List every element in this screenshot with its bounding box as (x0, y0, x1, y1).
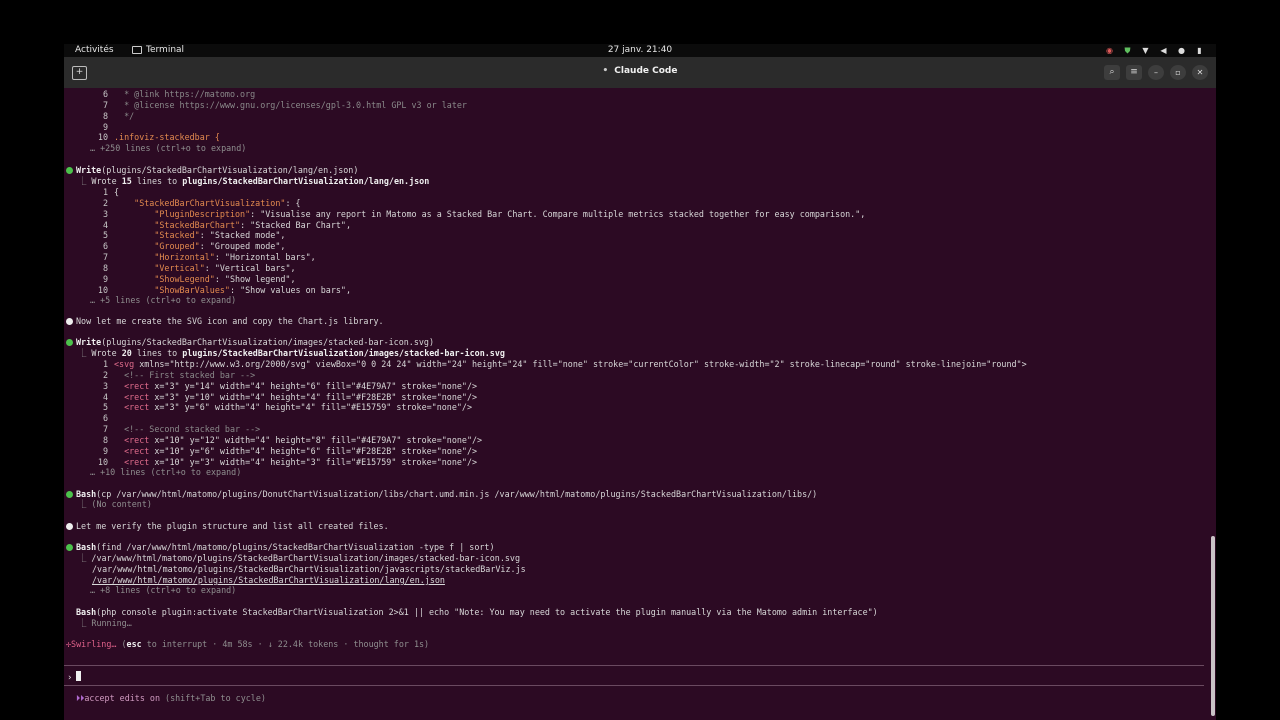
expand-hint[interactable]: … +250 lines (ctrl+o to expand) (90, 143, 246, 154)
code-line: 6 (102, 413, 108, 424)
minimize-icon[interactable]: – (1148, 65, 1164, 80)
code-line: 6 "Grouped": "Grouped mode", (102, 241, 286, 252)
tool-call-bash: Bash(php console plugin:activate Stacked… (76, 607, 878, 617)
tool-call-write: Write(plugins/StackedBarChartVisualizati… (64, 337, 434, 348)
prompt-symbol: › (67, 673, 73, 683)
status-line: ✢Swirling… (esc to interrupt · 4m 58s · … (66, 639, 430, 649)
input-divider-bottom (64, 685, 1204, 686)
tool-call-write: Write(plugins/StackedBarChartVisualizati… (64, 165, 358, 176)
code-line: 3 "PluginDescription": "Visualise any re… (102, 208, 866, 219)
code-line: 1{ (102, 187, 120, 197)
tool-result-line: /var/www/html/matomo/plugins/StackedBarC… (92, 564, 526, 574)
assistant-message: Let me verify the plugin structure and l… (64, 521, 389, 532)
tool-result: ⎿ Wrote 15 lines to plugins/StackedBarCh… (78, 176, 430, 186)
window-title: • Claude Code (602, 66, 678, 76)
clock[interactable]: 27 janv. 21:40 (64, 45, 1216, 55)
code-line: 7 <!-- Second stacked bar --> (102, 424, 261, 435)
input-divider-top (64, 665, 1204, 666)
assistant-message: Now let me create the SVG icon and copy … (64, 316, 384, 327)
code-line: 9 <rect x="10" y="6" width="4" height="6… (102, 445, 478, 456)
microphone-icon[interactable]: ● (1177, 46, 1186, 55)
code-line: 7 * @license https://www.gnu.org/license… (102, 100, 467, 110)
success-dot-icon (66, 491, 73, 498)
prompt-input[interactable]: › (67, 671, 82, 683)
tool-result: ⎿ Wrote 20 lines to plugins/StackedBarCh… (78, 348, 505, 358)
code-line: 9 "ShowLegend": "Show legend", (102, 273, 296, 284)
tool-result: ⎿ (No content) (78, 499, 152, 509)
success-dot-icon (66, 544, 73, 551)
hamburger-menu-icon[interactable]: ≡ (1126, 65, 1142, 80)
code-line: 4 "StackedBarChart": "Stacked Bar Chart"… (102, 219, 351, 230)
success-dot-icon (66, 339, 73, 346)
code-line: 7 "Horizontal": "Horizontal bars", (102, 252, 316, 263)
tool-call-bash: Bash(cp /var/www/html/matomo/plugins/Don… (64, 489, 817, 500)
terminal-title-bar: + • Claude Code ⌕ ≡ – ▫ ✕ (64, 57, 1216, 88)
battery-icon[interactable]: ▮ (1195, 46, 1204, 55)
scrollbar[interactable] (1211, 536, 1215, 716)
code-line: 8 */ (102, 111, 135, 121)
window-controls: ⌕ ≡ – ▫ ✕ (1104, 65, 1208, 80)
tool-call-bash: Bash(find /var/www/html/matomo/plugins/S… (64, 542, 495, 553)
maximize-icon[interactable]: ▫ (1170, 65, 1186, 80)
message-dot-icon (66, 523, 73, 530)
code-line: 1 <svg xmlns="http://www.w3.org/2000/svg"… (102, 359, 1027, 369)
code-line: 4 <rect x="3" y="10" width="4" height="4… (102, 391, 478, 402)
code-line: 6 * @link https://matomo.org (102, 89, 256, 99)
text-cursor (76, 671, 82, 681)
expand-hint[interactable]: … +5 lines (ctrl+o to expand) (90, 295, 236, 306)
volume-icon[interactable]: ◀ (1159, 46, 1168, 55)
ubuntu-pro-icon[interactable]: ◉ (1105, 46, 1114, 55)
system-top-bar: Activités Terminal 27 janv. 21:40 ◉ ⛊ ▼ … (64, 44, 1216, 57)
system-tray[interactable]: ◉ ⛊ ▼ ◀ ● ▮ (1105, 44, 1204, 57)
terminal-area[interactable]: 6 * @link https://matomo.org 7 * @licens… (64, 88, 1216, 720)
code-line: 2 <!-- First stacked bar --> (102, 369, 256, 380)
expand-hint[interactable]: … +8 lines (ctrl+o to expand) (90, 585, 236, 596)
message-dot-icon (66, 318, 73, 325)
activity-dot-icon: • (602, 66, 609, 76)
code-line: 10 "ShowBarValues": "Show values on bars… (97, 284, 351, 295)
code-line: 5 <rect x="3" y="6" width="4" height="4"… (102, 402, 472, 413)
code-line: 5 "Stacked": "Stacked mode", (102, 230, 286, 241)
mode-indicator[interactable]: ⏵⏵accept edits on (shift+Tab to cycle) (76, 693, 266, 704)
tool-result: ⎿ /var/www/html/matomo/plugins/StackedBa… (78, 553, 521, 563)
code-line: 10 <rect x="10" y="3" width="4" height="… (97, 456, 478, 467)
code-line: 10 .infoviz-stackedbar { (97, 132, 220, 142)
tool-result: ⎿ Running… (78, 618, 132, 628)
code-line: 3 <rect x="3" y="14" width="4" height="6… (102, 380, 478, 391)
shield-icon[interactable]: ⛊ (1123, 46, 1132, 56)
code-line: 2 "StackedBarChartVisualization": { (102, 197, 301, 208)
close-icon[interactable]: ✕ (1192, 65, 1208, 80)
wifi-icon[interactable]: ▼ (1141, 46, 1150, 55)
search-icon[interactable]: ⌕ (1104, 65, 1120, 80)
code-line: 8 <rect x="10" y="12" width="4" height="… (102, 434, 483, 445)
code-line: 8 "Vertical": "Vertical bars", (102, 262, 296, 273)
success-dot-icon (66, 167, 73, 174)
expand-hint[interactable]: … +10 lines (ctrl+o to expand) (90, 467, 241, 478)
